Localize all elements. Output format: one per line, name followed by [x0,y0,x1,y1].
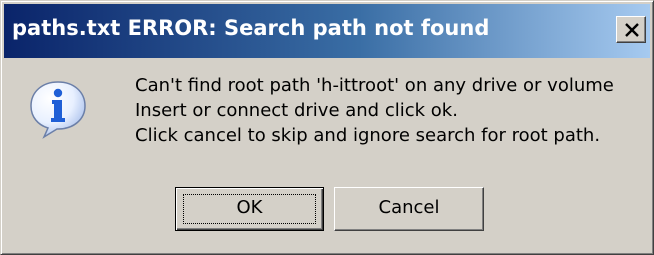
cancel-button[interactable]: Cancel [334,187,484,231]
error-dialog: paths.txt ERROR: Search path not found C… [0,0,654,255]
title-bar[interactable]: paths.txt ERROR: Search path not found [4,4,650,58]
ok-button[interactable]: OK [175,187,324,231]
info-icon [30,81,86,139]
dialog-title: paths.txt ERROR: Search path not found [12,16,490,40]
close-icon [625,23,639,37]
close-button[interactable] [616,16,646,43]
ok-button-label: OK [236,197,263,218]
message-line: Insert or connect drive and click ok. [135,100,458,121]
message-line: Can't find root path 'h-ittroot' on any … [135,75,614,96]
message-text: Can't find root path 'h-ittroot' on any … [135,73,614,148]
message-line: Click cancel to skip and ignore search f… [135,125,601,146]
cancel-button-label: Cancel [378,197,440,218]
